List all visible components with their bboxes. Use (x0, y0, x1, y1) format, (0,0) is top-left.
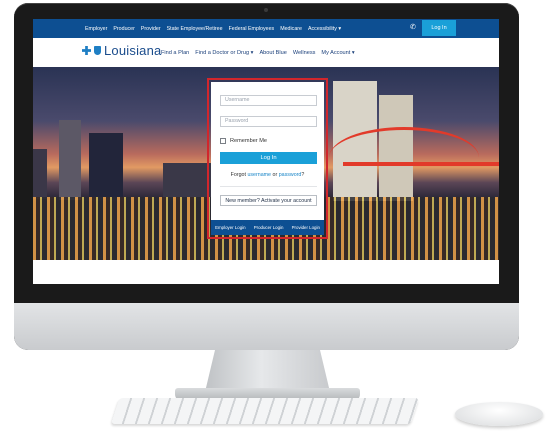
forgot-suffix: ? (301, 172, 305, 178)
computer-mockup: Employer Producer Provider State Employe… (0, 0, 559, 432)
top-utility-nav: Employer Producer Provider State Employe… (33, 19, 499, 38)
bridge-deck-shape (343, 162, 499, 166)
activate-account-button[interactable]: New member? Activate your account (220, 195, 317, 206)
site-header: Louisiana Find a Plan Find a Doctor or D… (33, 38, 499, 67)
employer-login-link[interactable]: Employer Login (215, 225, 246, 230)
topnav-link-employer[interactable]: Employer (85, 26, 107, 32)
producer-login-link[interactable]: Producer Login (254, 225, 284, 230)
forgot-credentials: Forgot username or password? (211, 172, 324, 178)
username-input[interactable]: Username (220, 95, 317, 106)
page-below-hero (33, 260, 499, 284)
topnav-link-medicare[interactable]: Medicare (280, 26, 302, 32)
building-shape (89, 133, 123, 201)
remember-me[interactable]: Remember Me (220, 138, 267, 144)
camera-icon (264, 8, 268, 12)
shield-logo-icon (94, 46, 101, 55)
password-input[interactable]: Password (220, 116, 317, 127)
topnav-link-provider[interactable]: Provider (141, 26, 161, 32)
building-shape (59, 120, 81, 200)
monitor-chin (14, 303, 519, 350)
top-login-button[interactable]: Log In (422, 20, 456, 36)
login-card: Username Password Remember Me Log In For… (211, 82, 324, 235)
building-shape (33, 149, 47, 199)
forgot-prefix: Forgot (230, 172, 246, 178)
nav-find-a-plan[interactable]: Find a Plan (161, 50, 189, 56)
forgot-username-link[interactable]: username (247, 172, 271, 178)
mouse-image (455, 402, 543, 426)
forgot-or: or (272, 172, 278, 178)
login-button[interactable]: Log In (220, 152, 317, 164)
provider-login-link[interactable]: Provider Login (292, 225, 320, 230)
cross-logo-icon (82, 46, 91, 55)
bridge-arch-shape (329, 127, 479, 188)
phone-icon[interactable]: ✆ (410, 24, 417, 32)
forgot-password-link[interactable]: password (279, 172, 302, 178)
website-screen: Employer Producer Provider State Employe… (33, 19, 499, 284)
remember-me-label: Remember Me (230, 138, 267, 144)
topnav-link-state-employee[interactable]: State Employee/Retiree (167, 26, 223, 32)
topnav-link-producer[interactable]: Producer (113, 26, 135, 32)
nav-about-blue[interactable]: About Blue (259, 50, 286, 56)
monitor-stand (205, 350, 330, 392)
main-nav: Find a Plan Find a Doctor or Drug ▾ Abou… (161, 50, 355, 56)
brand-name: Louisiana (104, 43, 162, 58)
nav-wellness[interactable]: Wellness (293, 50, 316, 56)
keyboard-image (110, 398, 420, 424)
site-logo[interactable]: Louisiana (82, 43, 161, 58)
card-divider (220, 186, 317, 187)
nav-my-account[interactable]: My Account ▾ (321, 50, 354, 56)
topnav-link-accessibility[interactable]: Accessibility ▾ (308, 26, 341, 32)
remember-me-checkbox[interactable] (220, 138, 226, 144)
login-card-footer: Employer Login Producer Login Provider L… (211, 220, 324, 235)
nav-find-a-doctor[interactable]: Find a Doctor or Drug ▾ (195, 50, 253, 56)
topnav-link-federal-employees[interactable]: Federal Employees (229, 26, 275, 32)
